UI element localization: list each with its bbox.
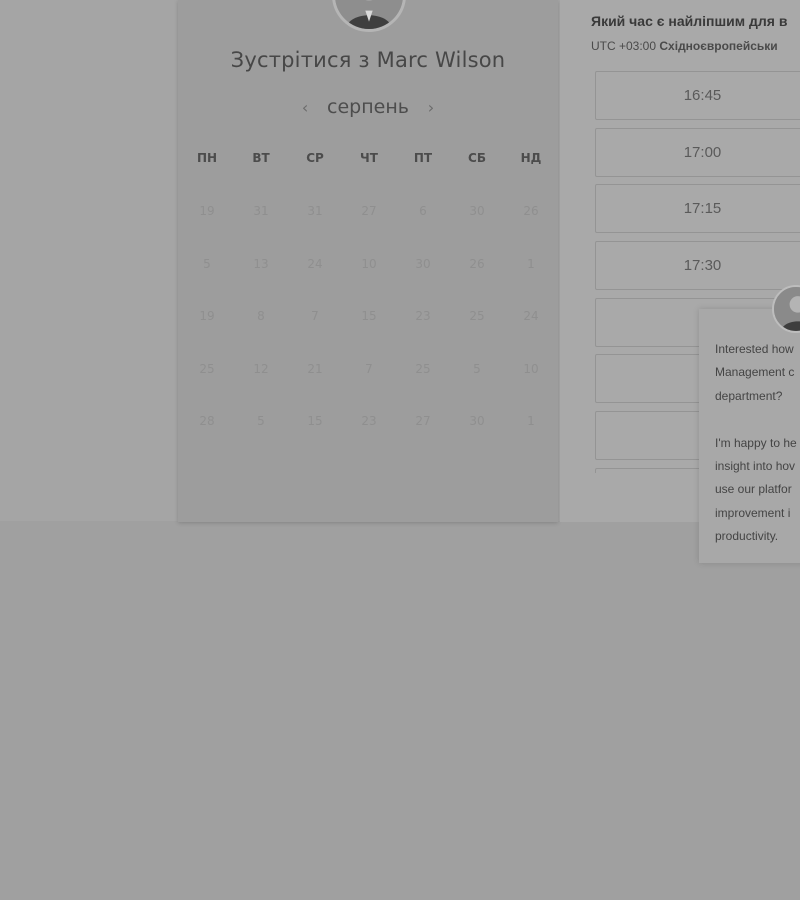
chat-line: insight into hov — [715, 459, 796, 474]
timezone-label: UTC +03:00 Східноєвропейськи — [591, 39, 778, 53]
weekday-label: НД — [520, 151, 542, 165]
time-question-heading: Який час є найліпшим для в — [591, 13, 788, 29]
calendar-day: 30 — [469, 414, 485, 429]
weekday-label: ЧТ — [360, 151, 378, 165]
calendar-day: 31 — [307, 204, 323, 218]
meeting-title: Зустрітися з Marc Wilson — [230, 48, 506, 72]
chat-line: use our platfor — [715, 482, 792, 497]
calendar-day: 21 — [307, 361, 323, 376]
calendar-day: 28 — [199, 414, 215, 429]
chevron-right-icon[interactable]: › — [421, 98, 441, 117]
chat-line: Management c — [715, 365, 795, 380]
calendar-day: 7 — [365, 361, 373, 376]
calendar-day: 30 — [415, 256, 431, 271]
timezone-name: Східноєвропейськи — [659, 39, 778, 53]
time-slot-button[interactable]: 17:30 — [595, 241, 800, 291]
time-slot-button[interactable]: 17:00 — [595, 127, 800, 177]
weekday-label: ПТ — [413, 151, 433, 165]
calendar-day: 13 — [253, 256, 269, 271]
person-icon — [774, 287, 800, 331]
calendar-day: 26 — [469, 256, 485, 271]
calendar-day: 10 — [361, 256, 377, 271]
month-navigation: ‹ серпень › — [178, 94, 558, 120]
calendar-day: 23 — [415, 309, 431, 324]
calendar-day: 7 — [311, 309, 319, 324]
calendar-day: 8 — [257, 309, 265, 324]
calendar-day: 6 — [419, 204, 427, 218]
calendar-day: 31 — [253, 204, 269, 218]
chat-line: improvement i — [715, 505, 791, 520]
chat-line: I'm happy to he — [715, 435, 797, 450]
weekday-header: ПН ВТ СР ЧТ ПТ СБ НД — [180, 151, 560, 165]
calendar-day: 25 — [469, 309, 485, 324]
weekday-label: ВТ — [252, 151, 270, 165]
calendar-day: 12 — [253, 361, 269, 376]
time-slot-button[interactable]: 16:45 — [595, 71, 800, 120]
calendar-days-grid: 19 31 31 27 6 30 26 5 13 24 10 30 26 1 1… — [180, 204, 560, 467]
calendar-day: 1 — [527, 256, 535, 271]
calendar-day: 10 — [523, 361, 539, 376]
weekday-label: СР — [306, 151, 324, 165]
timezone-offset: UTC +03:00 — [591, 39, 657, 53]
calendar-day: 19 — [199, 204, 215, 218]
calendar-day: 24 — [307, 256, 323, 271]
calendar-day: 26 — [523, 204, 539, 218]
calendar-day: 25 — [415, 361, 431, 376]
calendar-day: 5 — [203, 256, 211, 271]
weekday-label: ПН — [196, 151, 218, 165]
calendar-day: 15 — [361, 309, 377, 324]
calendar-day: 24 — [523, 309, 539, 324]
calendar-day: 25 — [199, 361, 215, 376]
page-background-lower — [0, 521, 800, 900]
calendar-day: 15 — [307, 414, 323, 429]
chat-line: productivity. — [715, 529, 779, 544]
time-slot-button[interactable]: 17:15 — [595, 184, 800, 234]
calendar-day: 30 — [469, 204, 485, 218]
weekday-label: СБ — [468, 151, 486, 165]
chat-message: Interested how Management c department? … — [715, 338, 800, 572]
calendar-day: 19 — [199, 309, 215, 324]
calendar-day: 23 — [361, 414, 377, 429]
chat-line: Interested how — [715, 342, 794, 356]
chevron-left-icon[interactable]: ‹ — [295, 98, 315, 117]
calendar-day: 27 — [415, 414, 431, 429]
calendar-day: 27 — [361, 204, 377, 218]
calendar-day: 1 — [527, 414, 535, 429]
chat-line: department? — [715, 388, 783, 403]
calendar-day: 5 — [257, 414, 265, 429]
calendar-day: 5 — [473, 361, 481, 376]
current-month: серпень — [327, 96, 409, 118]
